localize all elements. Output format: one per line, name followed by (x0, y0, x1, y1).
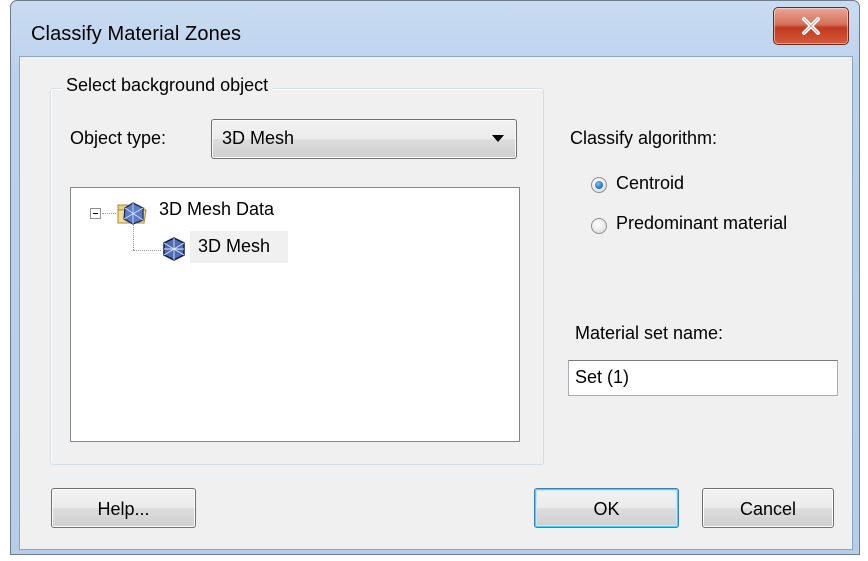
collapse-icon[interactable] (90, 208, 101, 219)
chevron-down-icon (492, 135, 504, 142)
material-set-label: Material set name: (575, 323, 724, 343)
tree-item-mesh-data[interactable]: 3D Mesh Data (159, 199, 274, 220)
radio-label-predominant[interactable]: Predominant material (616, 213, 787, 234)
close-button[interactable] (773, 7, 849, 45)
tree-connector (102, 213, 116, 214)
radio-button[interactable] (591, 218, 607, 234)
close-icon (802, 17, 820, 35)
object-type-value: 3D Mesh (222, 128, 295, 148)
object-type-dropdown[interactable]: 3D Mesh (211, 119, 517, 159)
window-title: Classify Material Zones (31, 23, 242, 45)
radio-button-checked[interactable] (591, 177, 607, 193)
radio-label-centroid[interactable]: Centroid (616, 173, 684, 194)
help-button[interactable]: Help... (51, 488, 196, 528)
ok-button[interactable]: OK (534, 488, 679, 528)
material-set-input[interactable]: Set (1) (568, 360, 838, 396)
mesh-icon (161, 236, 187, 267)
object-tree[interactable]: 3D Mesh Data 3D Mesh (70, 187, 520, 442)
cancel-button[interactable]: Cancel (702, 488, 834, 528)
tree-item-mesh[interactable]: 3D Mesh (198, 236, 270, 257)
dialog-body: Select background object Object type: 3D… (19, 56, 853, 550)
dialog-window: Classify Material Zones Select backgroun… (10, 0, 868, 561)
tree-connector (133, 225, 134, 250)
window-frame: Classify Material Zones Select backgroun… (10, 0, 860, 555)
group-label: Select background object (62, 75, 273, 96)
classify-algorithm-label: Classify algorithm: (570, 128, 718, 148)
tree-connector (133, 250, 161, 251)
object-type-label: Object type: (70, 128, 167, 148)
